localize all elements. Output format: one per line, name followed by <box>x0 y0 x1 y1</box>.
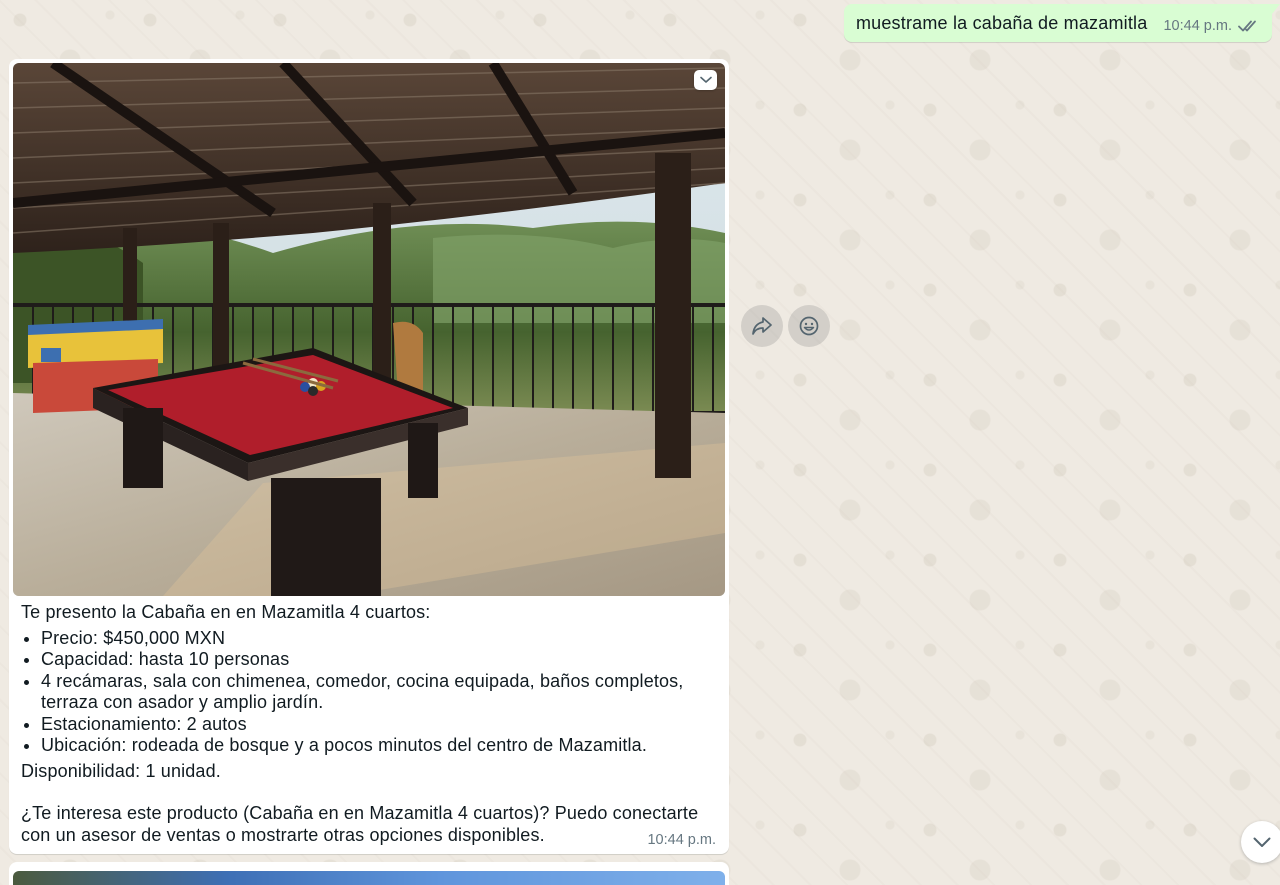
scroll-to-bottom-button[interactable] <box>1241 821 1280 863</box>
photo-pool-table-terrace <box>13 63 725 596</box>
outgoing-message-meta: 10:44 p.m. <box>1163 18 1260 34</box>
incoming-message-time: 10:44 p.m. <box>647 832 716 848</box>
outgoing-message-text: muestrame la cabaña de mazamitla <box>855 12 1148 33</box>
next-photo[interactable] <box>13 871 725 885</box>
message-menu-button[interactable] <box>694 70 717 90</box>
outgoing-message[interactable]: muestrame la cabaña de mazamitla 10:44 p… <box>843 4 1280 42</box>
double-check-icon <box>1238 20 1256 32</box>
incoming-message[interactable]: Te presento la Cabaña en en Mazamitla 4 … <box>9 59 729 854</box>
emoji-icon <box>799 316 819 336</box>
forward-icon <box>752 317 772 335</box>
react-button[interactable] <box>788 305 830 347</box>
caption-bullet-list: Precio: $450,000 MXN Capacidad: hasta 10… <box>21 628 721 757</box>
chevron-down-icon <box>1253 837 1271 847</box>
next-incoming-message[interactable] <box>9 862 729 885</box>
caption-question: ¿Te interesa este producto (Cabaña en en… <box>21 803 699 845</box>
bullet-features: 4 recámaras, sala con chimenea, comedor,… <box>41 671 721 714</box>
chevron-down-icon <box>699 76 712 83</box>
bullet-parking: Estacionamiento: 2 autos <box>41 714 721 736</box>
forward-button[interactable] <box>741 305 783 347</box>
outgoing-message-time: 10:44 p.m. <box>1163 18 1232 34</box>
message-caption: Te presento la Cabaña en en Mazamitla 4 … <box>21 602 721 846</box>
bullet-location: Ubicación: rodeada de bosque y a pocos m… <box>41 735 721 757</box>
cabin-photo[interactable] <box>13 63 725 596</box>
caption-availability: Disponibilidad: 1 unidad. <box>21 760 221 781</box>
bullet-capacity: Capacidad: hasta 10 personas <box>41 649 721 671</box>
caption-intro: Te presento la Cabaña en en Mazamitla 4 … <box>21 602 431 622</box>
bullet-price: Precio: $450,000 MXN <box>41 628 721 650</box>
